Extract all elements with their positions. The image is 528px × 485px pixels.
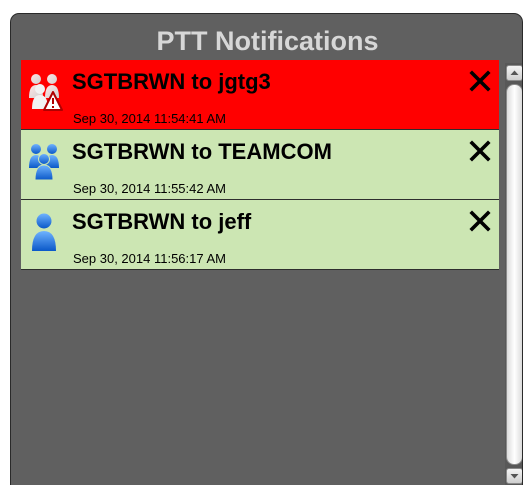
close-icon[interactable] xyxy=(465,136,495,166)
notification-timestamp: Sep 30, 2014 11:54:41 AM xyxy=(73,111,226,126)
notification-timestamp: Sep 30, 2014 11:56:17 AM xyxy=(73,251,226,266)
group-icon xyxy=(27,142,63,182)
close-icon[interactable] xyxy=(465,66,495,96)
ptt-notifications-panel: PTT Notifications SGTBRWN to jgtg3 Sep 3… xyxy=(10,13,523,485)
scroll-up-button[interactable] xyxy=(506,65,522,81)
panel-title: PTT Notifications xyxy=(156,26,379,56)
notification-title: SGTBRWN to TEAMCOM xyxy=(72,139,332,164)
scrollbar-thumb[interactable] xyxy=(506,84,522,465)
notification-timestamp: Sep 30, 2014 11:55:42 AM xyxy=(73,181,226,196)
scroll-down-button[interactable] xyxy=(506,468,522,484)
vertical-scrollbar[interactable] xyxy=(505,63,522,485)
notification-list: SGTBRWN to jgtg3 Sep 30, 2014 11:54:41 A… xyxy=(21,60,499,485)
notification-row[interactable]: SGTBRWN to TEAMCOM Sep 30, 2014 11:55:42… xyxy=(21,130,499,200)
arrow-down-icon xyxy=(510,474,519,479)
arrow-up-icon xyxy=(510,70,519,75)
close-icon[interactable] xyxy=(465,206,495,236)
person-icon xyxy=(27,212,63,252)
notification-title: SGTBRWN to jgtg3 xyxy=(72,69,271,94)
group-warning-icon xyxy=(27,72,63,112)
notification-title: SGTBRWN to jeff xyxy=(72,209,252,234)
notification-row[interactable]: SGTBRWN to jgtg3 Sep 30, 2014 11:54:41 A… xyxy=(21,60,499,130)
notification-row[interactable]: SGTBRWN to jeff Sep 30, 2014 11:56:17 AM xyxy=(21,200,499,270)
